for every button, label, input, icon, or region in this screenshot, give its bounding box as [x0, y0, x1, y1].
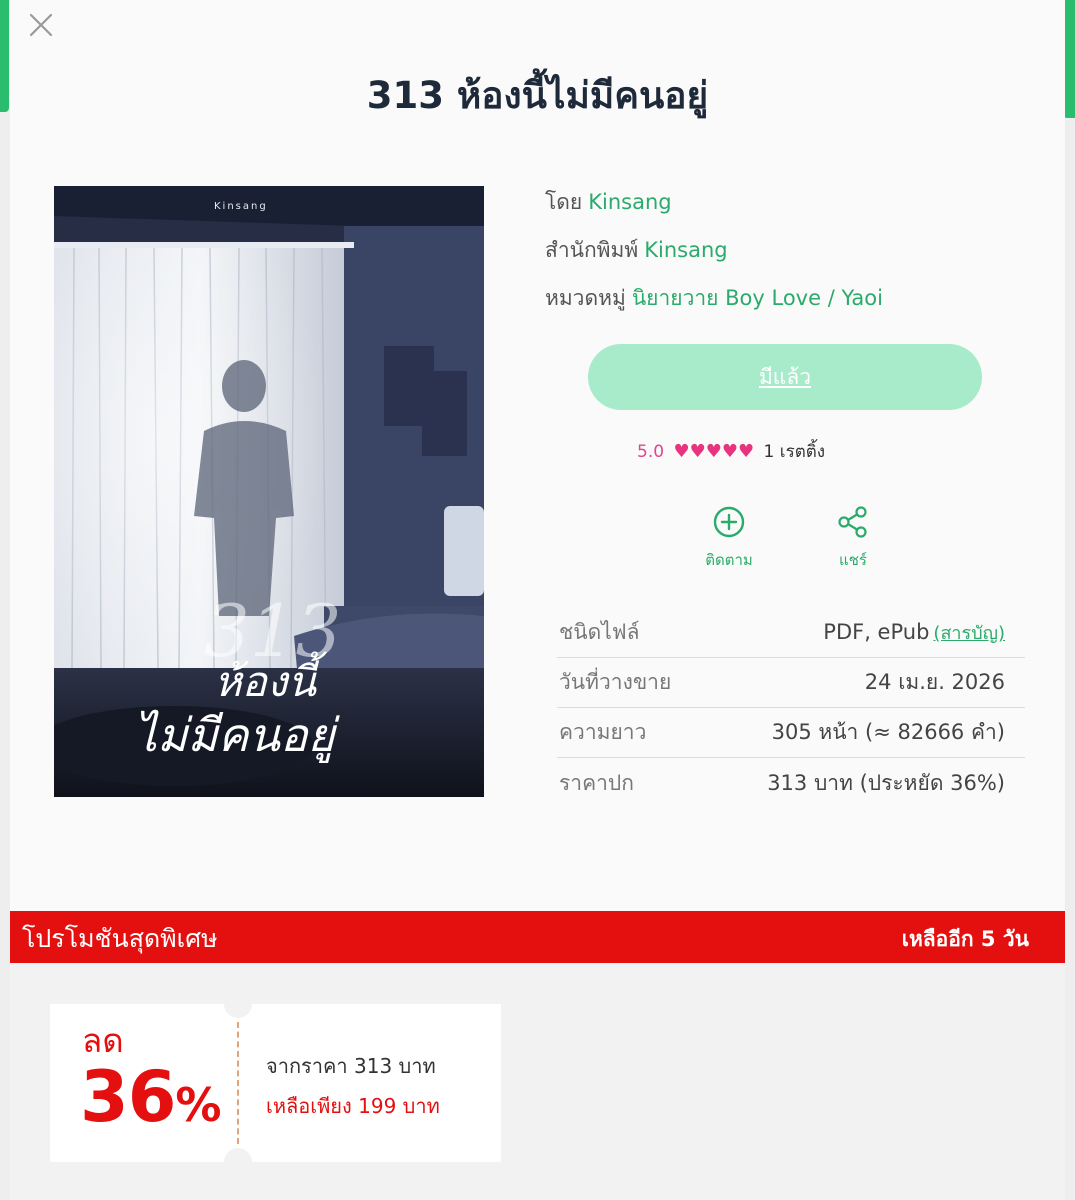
detail-key: วันที่วางขาย — [559, 670, 672, 694]
category-line: หมวดหมู่ นิยายวาย Boy Love / Yaoi — [545, 282, 1025, 310]
author-label: โดย — [545, 190, 583, 214]
discount-value: 36 — [80, 1056, 176, 1138]
publisher-link[interactable]: Kinsang — [644, 238, 727, 262]
detail-value: 313 บาท (ประหยัด 36%) — [767, 770, 1005, 795]
follow-button[interactable]: ติดตาม — [689, 506, 769, 572]
promotion-title: โปรโมชันสุดพิเศษ — [22, 924, 218, 953]
cover-author-mark: Kinsang — [214, 201, 268, 212]
detail-row-release-date: วันที่วางขาย 24 เม.ย. 2026 — [557, 658, 1025, 708]
book-detail-modal: 313 ห้องนี้ไม่มีคนอยู่ Kinsang 313 ห้องน… — [10, 0, 1065, 1200]
publisher-line: สำนักพิมพ์ Kinsang — [545, 234, 1025, 262]
original-price: จากราคา 313 บาท — [266, 1054, 436, 1078]
cover-title-line2: ห้องนี้ — [214, 651, 328, 706]
category-link[interactable]: นิยายวาย Boy Love / Yaoi — [632, 286, 883, 310]
rating-summary[interactable]: 5.0 ♥♥♥♥♥ 1 เรตติ้ง — [637, 438, 825, 465]
author-link[interactable]: Kinsang — [588, 190, 671, 214]
close-button[interactable] — [26, 10, 56, 40]
coupon-divider — [237, 1022, 239, 1144]
discount-percent: 36% — [80, 1056, 222, 1138]
close-icon — [29, 13, 53, 37]
heart-rating-icons: ♥♥♥♥♥ — [673, 441, 755, 462]
plus-circle-icon — [713, 506, 745, 538]
file-type-value: PDF, ePub — [823, 620, 930, 644]
rating-score: 5.0 — [637, 442, 665, 462]
book-cover: Kinsang 313 ห้องนี้ ไม่มีคนอยู่ — [54, 186, 484, 797]
coupon-notch — [224, 1148, 252, 1162]
book-meta: โดย Kinsang สำนักพิมพ์ Kinsang หมวดหมู่ นิย… — [545, 186, 1025, 330]
book-title: 313 ห้องนี้ไม่มีคนอยู่ — [366, 74, 709, 117]
percent-sign: % — [175, 1078, 221, 1132]
background-accent-left — [0, 0, 9, 112]
category-label: หมวดหมู่ — [545, 286, 626, 310]
share-button[interactable]: แชร์ — [813, 506, 893, 572]
discount-coupon[interactable]: ลด 36% จากราคา 313 บาท เหลือเพียง 199 บา… — [50, 1004, 501, 1162]
detail-key: ราคาปก — [559, 770, 634, 795]
detail-row-cover-price: ราคาปก 313 บาท (ประหยัด 36%) — [557, 758, 1025, 808]
share-icon — [838, 506, 867, 538]
detail-value: 305 หน้า (≈ 82666 คำ) — [771, 720, 1005, 744]
detail-key: ความยาว — [559, 720, 647, 744]
promotion-banner: โปรโมชันสุดพิเศษ เหลืออีก 5 วัน — [10, 911, 1065, 963]
sale-price: เหลือเพียง 199 บาท — [266, 1094, 440, 1118]
detail-value: PDF, ePub (สารบัญ) — [823, 618, 1005, 647]
cover-title-line3: ไม่มีคนอยู่ — [134, 708, 341, 763]
table-of-contents-link[interactable]: (สารบัญ) — [933, 623, 1005, 644]
owned-button[interactable]: มีแล้ว — [588, 344, 982, 410]
detail-row-file-type: ชนิดไฟล์ PDF, ePub (สารบัญ) — [557, 608, 1025, 658]
detail-value: 24 เม.ย. 2026 — [864, 670, 1005, 694]
detail-row-length: ความยาว 305 หน้า (≈ 82666 คำ) — [557, 708, 1025, 758]
promotion-remaining: เหลืออีก 5 วัน — [901, 927, 1029, 951]
rating-count: 1 เรตติ้ง — [763, 442, 826, 462]
follow-label: ติดตาม — [705, 551, 753, 569]
coupon-notch — [224, 1004, 252, 1018]
detail-key: ชนิดไฟล์ — [559, 620, 640, 644]
book-details-table: ชนิดไฟล์ PDF, ePub (สารบัญ) วันที่วางขาย … — [557, 608, 1025, 808]
publisher-label: สำนักพิมพ์ — [545, 238, 639, 262]
share-label: แชร์ — [839, 551, 867, 569]
author-line: โดย Kinsang — [545, 186, 1025, 214]
